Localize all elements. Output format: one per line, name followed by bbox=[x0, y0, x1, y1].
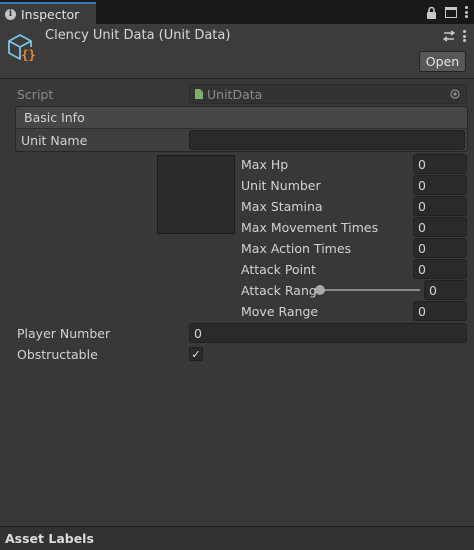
player-number-input[interactable]: 0 bbox=[189, 323, 467, 343]
tab-inspector[interactable]: i Inspector bbox=[0, 2, 96, 24]
asset-title: Clency Unit Data (Unit Data) bbox=[45, 28, 231, 43]
max-action-times-input[interactable]: 0 bbox=[413, 238, 467, 258]
player-number-label: Player Number bbox=[17, 326, 111, 341]
scriptable-object-icon: {} bbox=[8, 34, 36, 62]
tab-bar: i Inspector bbox=[0, 0, 474, 24]
tab-actions bbox=[426, 4, 468, 20]
asset-labels-bar[interactable]: Asset Labels bbox=[0, 526, 474, 550]
unit-name-label: Unit Name bbox=[21, 133, 88, 148]
max-movement-times-label: Max Movement Times bbox=[241, 220, 379, 235]
attack-point-input[interactable]: 0 bbox=[413, 259, 467, 279]
obstructable-checkbox[interactable]: ✓ bbox=[189, 347, 203, 361]
inspector-header: {} Clency Unit Data (Unit Data) Open bbox=[0, 24, 474, 79]
unit-number-input[interactable]: 0 bbox=[413, 175, 467, 195]
obstructable-label: Obstructable bbox=[17, 347, 98, 362]
sprite-preview[interactable] bbox=[157, 155, 235, 234]
max-stamina-label: Max Stamina bbox=[241, 199, 323, 214]
script-file-icon bbox=[195, 89, 203, 99]
max-hp-label: Max Hp bbox=[241, 157, 289, 172]
unit-number-label: Unit Number bbox=[241, 178, 321, 193]
attack-range-slider-thumb[interactable] bbox=[315, 285, 325, 295]
attack-point-label: Attack Point bbox=[241, 262, 316, 277]
asset-labels-title: Asset Labels bbox=[5, 531, 94, 546]
info-icon: i bbox=[5, 8, 16, 20]
object-picker-icon[interactable] bbox=[450, 89, 460, 99]
max-movement-times-input[interactable]: 0 bbox=[413, 217, 467, 237]
svg-text:{}: {} bbox=[21, 48, 35, 62]
header-actions bbox=[443, 30, 466, 42]
preset-icon[interactable] bbox=[443, 30, 455, 42]
max-stamina-input[interactable]: 0 bbox=[413, 196, 467, 216]
max-action-times-label: Max Action Times bbox=[241, 241, 352, 256]
script-value: UnitData bbox=[207, 86, 263, 102]
attack-range-input[interactable]: 0 bbox=[424, 280, 467, 300]
basic-info-header[interactable]: Basic Info bbox=[16, 107, 467, 129]
basic-info-title: Basic Info bbox=[24, 110, 85, 125]
attack-range-label: Attack Rang bbox=[241, 283, 317, 298]
basic-info-section: Basic Info Unit Name bbox=[15, 106, 468, 152]
script-field[interactable]: UnitData bbox=[189, 84, 467, 104]
move-range-label: Move Range bbox=[241, 304, 319, 319]
move-range-input[interactable]: 0 bbox=[413, 301, 467, 321]
kebab-menu-icon[interactable] bbox=[465, 6, 468, 18]
checkmark-icon: ✓ bbox=[191, 347, 201, 361]
header-menu-icon[interactable] bbox=[463, 30, 466, 42]
attack-range-slider-track[interactable] bbox=[318, 289, 420, 291]
unit-name-input[interactable] bbox=[189, 130, 465, 150]
lock-icon[interactable] bbox=[426, 6, 437, 19]
tab-label: Inspector bbox=[21, 6, 80, 22]
maximize-icon[interactable] bbox=[445, 6, 457, 18]
open-button[interactable]: Open bbox=[419, 51, 466, 72]
script-label: Script bbox=[17, 87, 54, 102]
max-hp-input[interactable]: 0 bbox=[413, 154, 467, 174]
